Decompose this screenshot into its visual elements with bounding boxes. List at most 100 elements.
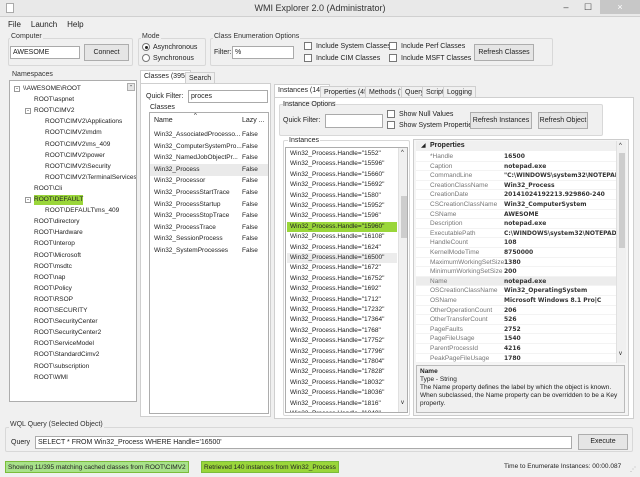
property-row[interactable]: ParentProcessId 4216 xyxy=(416,344,616,354)
namespace-node[interactable]: ROOT\CIMV2\TerminalServices xyxy=(45,173,136,183)
property-row[interactable]: OSName Microsoft Windows 8.1 Pro|C xyxy=(416,296,616,306)
class-row[interactable]: Win32_ComputerSystemPro... False xyxy=(150,141,268,153)
namespace-node[interactable]: ROOT\CIMV2\Applications xyxy=(45,117,122,127)
namespace-node[interactable]: ROOT\SECURITY xyxy=(34,306,87,316)
namespace-node[interactable]: ROOT\Hardware xyxy=(34,228,83,238)
menu-launch[interactable]: Launch xyxy=(31,20,57,29)
namespace-node[interactable]: ROOT\DEFAULT xyxy=(34,195,84,205)
property-row[interactable]: PageFileUsage 1540 xyxy=(416,334,616,344)
namespace-node[interactable]: ROOT\SecurityCenter2 xyxy=(34,328,101,338)
class-row[interactable]: Win32_ProcessStopTrace False xyxy=(150,210,268,222)
namespace-node[interactable]: ROOT\DEFAULT\ms_409 xyxy=(45,206,119,216)
namespace-node[interactable]: ROOT\subscription xyxy=(34,362,89,372)
namespace-node[interactable]: \\AWESOME\ROOT xyxy=(23,84,81,94)
instance-row[interactable]: Win32_Process.Handle="15960" xyxy=(287,221,397,232)
namespace-node[interactable]: ROOT\StandardCimv2 xyxy=(34,350,99,360)
maximize-button[interactable]: ☐ xyxy=(578,0,598,14)
instance-row[interactable]: Win32_Process.Handle="1552" xyxy=(287,149,397,159)
property-row[interactable]: HandleCount 108 xyxy=(416,238,616,248)
instance-row[interactable]: Win32_Process.Handle="1624" xyxy=(287,243,397,253)
query-input[interactable]: SELECT * FROM Win32_Process WHERE Handle… xyxy=(35,436,572,449)
expand-toggle-icon[interactable]: - xyxy=(14,86,20,92)
namespace-node[interactable]: ROOT\RSOP xyxy=(34,295,73,305)
include-msft-classes-checkbox[interactable]: Include MSFT Classes xyxy=(389,54,471,62)
instance-row[interactable]: Win32_Process.Handle="17232" xyxy=(287,305,397,315)
class-row[interactable]: Win32_ProcessStartTrace False xyxy=(150,187,268,199)
classes-quick-filter-input[interactable]: proces xyxy=(188,90,268,103)
instance-row[interactable]: Win32_Process.Handle="1816" xyxy=(287,399,397,409)
computer-input[interactable]: AWESOME xyxy=(10,46,80,59)
include-system-classes-checkbox[interactable]: Include System Classes xyxy=(304,42,391,50)
column-header-name[interactable]: Name xyxy=(154,117,173,124)
property-row[interactable]: Caption notepad.exe xyxy=(416,162,616,172)
property-row[interactable]: CommandLine "C:\WINDOWS\system32\NOTEPAD.… xyxy=(416,171,616,181)
show-null-values-checkbox[interactable]: Show Null Values xyxy=(387,110,453,118)
property-row[interactable]: MinimumWorkingSetSize 200 xyxy=(416,267,616,277)
property-row[interactable]: OtherOperationCount 206 xyxy=(416,306,616,316)
property-row[interactable]: CreationClassName Win32_Process xyxy=(416,181,616,191)
classes-list[interactable]: Name ^ Lazy ... Win32_AssociatedProcesso… xyxy=(149,112,269,414)
namespace-node[interactable]: ROOT\Microsoft xyxy=(34,251,81,261)
instance-row[interactable]: Win32_Process.Handle="1692" xyxy=(287,284,397,294)
mode-async-radio[interactable]: Asynchronous xyxy=(142,43,197,51)
instance-row[interactable]: Win32_Process.Handle="18032" xyxy=(287,378,397,388)
column-header-lazy[interactable]: Lazy ... xyxy=(242,117,265,124)
instance-row[interactable]: Win32_Process.Handle="1672" xyxy=(287,263,397,273)
namespace-node[interactable]: ROOT\Cli xyxy=(34,184,62,194)
namespace-node[interactable]: ROOT\CIMV2\ms_409 xyxy=(45,140,110,150)
instance-row[interactable]: Win32_Process.Handle="1580" xyxy=(287,191,397,201)
refresh-classes-button[interactable]: Refresh Classes xyxy=(474,44,534,61)
namespace-node[interactable]: ROOT\nap xyxy=(34,273,65,283)
refresh-instances-button[interactable]: Refresh Instances xyxy=(470,112,532,129)
mode-sync-radio[interactable]: Synchronous xyxy=(142,54,194,62)
namespace-node[interactable]: ROOT\aspnet xyxy=(34,95,74,105)
property-row[interactable]: MaximumWorkingSetSize 1380 xyxy=(416,258,616,268)
namespace-node[interactable]: ROOT\Interop xyxy=(34,239,75,249)
property-grid-rows[interactable]: ◢ Properties *Handle 16500 Caption notepad.… xyxy=(416,141,616,363)
include-perf-classes-checkbox[interactable]: Include Perf Classes xyxy=(389,42,465,50)
property-grid-scrollbar[interactable]: ^ v xyxy=(616,141,626,363)
refresh-object-button[interactable]: Refresh Object xyxy=(538,112,588,129)
namespace-node[interactable]: ROOT\CIMV2\mdm xyxy=(45,128,102,138)
instance-row[interactable]: Win32_Process.Handle="15596" xyxy=(287,159,397,169)
instance-row[interactable]: Win32_Process.Handle="15692" xyxy=(287,180,397,190)
connect-button[interactable]: Connect xyxy=(84,44,129,61)
instances-scrollbar[interactable]: ^ v xyxy=(398,148,407,412)
class-row[interactable]: Win32_AssociatedProcesso... False xyxy=(150,129,268,141)
class-row[interactable]: Win32_ProcessTrace False xyxy=(150,222,268,234)
resize-grip-icon[interactable]: ⋰ xyxy=(630,466,636,473)
property-row[interactable]: Name notepad.exe xyxy=(416,276,616,287)
property-row[interactable]: CSName AWESOME xyxy=(416,210,616,220)
scrollbar-thumb[interactable] xyxy=(401,196,407,238)
namespace-node[interactable]: ROOT\msdtc xyxy=(34,262,72,272)
instances-list[interactable]: ^ v Win32_Process.Handle="1552" Win32_Pro… xyxy=(285,147,408,413)
property-row[interactable]: ExecutablePath C:\WINDOWS\system32\NOTEPA… xyxy=(416,229,616,239)
show-system-properties-checkbox[interactable]: Show System Properties xyxy=(387,121,476,129)
instance-row[interactable]: Win32_Process.Handle="1840" xyxy=(287,409,397,412)
instance-row[interactable]: Win32_Process.Handle="17828" xyxy=(287,367,397,377)
instance-row[interactable]: Win32_Process.Handle="1712" xyxy=(287,295,397,305)
instance-quick-filter-input[interactable] xyxy=(325,114,383,128)
property-row[interactable]: CSCreationClassName Win32_ComputerSystem xyxy=(416,200,616,210)
instance-row[interactable]: Win32_Process.Handle="17364" xyxy=(287,315,397,325)
property-row[interactable]: CreationDate 20141024192213.929860-240 xyxy=(416,190,616,200)
namespace-node[interactable]: ROOT\WMI xyxy=(34,373,68,383)
namespace-node[interactable]: ROOT\CIMV2\power xyxy=(45,151,105,161)
scroll-down-icon[interactable]: v xyxy=(401,400,404,406)
instance-row[interactable]: Win32_Process.Handle="17804" xyxy=(287,357,397,367)
expand-toggle-icon[interactable]: - xyxy=(25,197,31,203)
instance-row[interactable]: Win32_Process.Handle="15660" xyxy=(287,170,397,180)
property-row[interactable]: OtherTransferCount 526 xyxy=(416,315,616,325)
class-row[interactable]: Win32_SessionProcess False xyxy=(150,233,268,245)
class-row[interactable]: Win32_NamedJobObjectPr... False xyxy=(150,152,268,164)
property-row[interactable]: OSCreationClassName Win32_OperatingSystem xyxy=(416,286,616,296)
namespace-node[interactable]: ROOT\ServiceModel xyxy=(34,339,94,349)
class-row[interactable]: Win32_Processor False xyxy=(150,175,268,187)
property-row[interactable]: KernelModeTime 8750000 xyxy=(416,248,616,258)
instance-row[interactable]: Win32_Process.Handle="1596" xyxy=(287,211,397,221)
property-row[interactable]: PeakPageFileUsage 1780 xyxy=(416,354,616,363)
class-filter-input[interactable]: % xyxy=(232,46,294,59)
instance-row[interactable]: Win32_Process.Handle="18036" xyxy=(287,388,397,398)
instance-row[interactable]: Win32_Process.Handle="1768" xyxy=(287,326,397,336)
namespace-node[interactable]: ROOT\SecurityCenter xyxy=(34,317,98,327)
